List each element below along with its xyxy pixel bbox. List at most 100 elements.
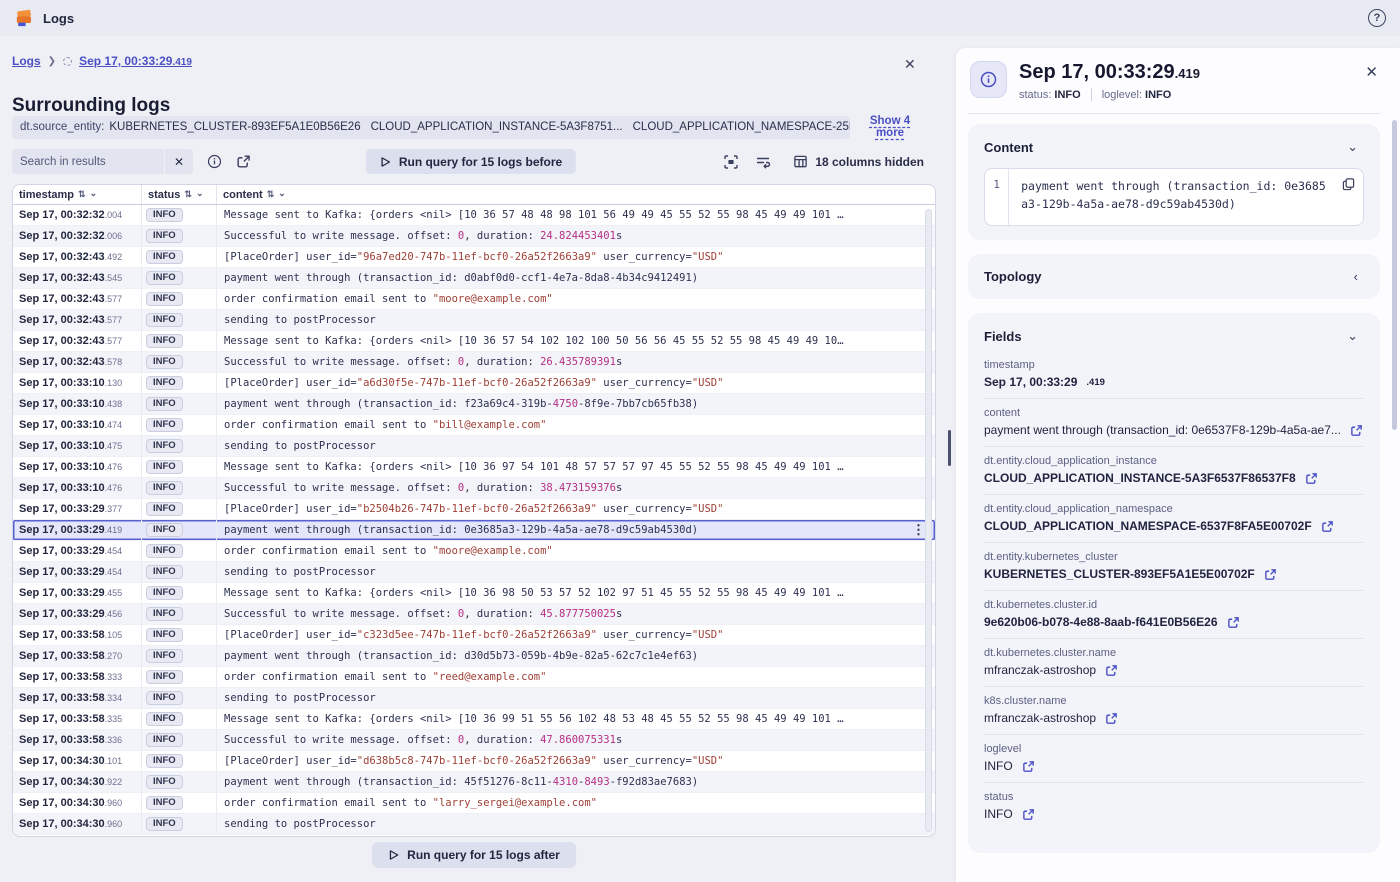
content-cell: [PlaceOrder] user_id="96a7ed20-747b-11ef… xyxy=(216,247,935,267)
open-with-icon[interactable] xyxy=(236,154,251,169)
search-input[interactable]: Search in results xyxy=(12,149,164,174)
column-header-content[interactable]: content⇅⌄ xyxy=(216,185,935,204)
table-row[interactable]: Sep 17, 00:33:29.454INFOsending to postP… xyxy=(13,562,935,583)
chevron-down-icon: ⌄ xyxy=(278,188,286,199)
open-field-icon[interactable] xyxy=(1264,568,1277,581)
columns-hidden-button[interactable]: 18 columns hidden xyxy=(787,153,930,170)
row-actions-kebab-icon[interactable]: ⋮ xyxy=(912,520,925,540)
info-icon[interactable] xyxy=(207,154,222,169)
table-row[interactable]: Sep 17, 00:34:30.922INFOpayment went thr… xyxy=(13,772,935,793)
field-value: CLOUD_APPLICATION_INSTANCE-5A3F6537F8653… xyxy=(984,471,1296,485)
table-row[interactable]: Sep 17, 00:33:29.455INFOMessage sent to … xyxy=(13,583,935,604)
status-badge: INFO xyxy=(146,502,183,517)
breadcrumb-current-link[interactable]: Sep 17, 00:33:29.419 xyxy=(79,54,192,68)
run-query-before-button[interactable]: Run query for 15 logs before xyxy=(366,149,576,174)
field-item-k8s-cluster-name: k8s.cluster.namemfranczak-astroshop xyxy=(984,687,1364,735)
chevron-down-icon[interactable]: ⌄ xyxy=(1341,138,1364,156)
table-row[interactable]: Sep 17, 00:33:10.476INFOSuccessful to wr… xyxy=(13,478,935,499)
status-cell: INFO xyxy=(141,373,216,393)
table-row[interactable]: Sep 17, 00:33:10.476INFOMessage sent to … xyxy=(13,457,935,478)
copy-icon[interactable] xyxy=(1342,177,1355,194)
table-row-selected[interactable]: Sep 17, 00:33:29.419INFOpayment went thr… xyxy=(13,520,935,541)
field-item-dt-entity-cloud-application-namespace: dt.entity.cloud_application_namespaceCLO… xyxy=(984,495,1364,543)
table-row[interactable]: Sep 17, 00:33:29.456INFOSuccessful to wr… xyxy=(13,604,935,625)
open-field-icon[interactable] xyxy=(1105,664,1118,677)
table-row[interactable]: Sep 17, 00:32:32.006INFOSuccessful to wr… xyxy=(13,226,935,247)
topology-section: Topology ‹ xyxy=(968,254,1380,299)
open-field-icon[interactable] xyxy=(1350,424,1363,437)
status-cell: INFO xyxy=(141,688,216,708)
field-label: dt.kubernetes.cluster.name xyxy=(984,647,1364,659)
table-row[interactable]: Sep 17, 00:32:32.004INFOMessage sent to … xyxy=(13,205,935,226)
panel-resizer-handle[interactable] xyxy=(948,430,951,466)
status-badge: INFO xyxy=(146,670,183,685)
status-cell: INFO xyxy=(141,730,216,750)
focus-view-icon[interactable] xyxy=(723,154,739,170)
chevron-down-icon[interactable]: ⌄ xyxy=(1341,327,1364,345)
table-row[interactable]: Sep 17, 00:32:43.578INFOSuccessful to wr… xyxy=(13,352,935,373)
status-badge: INFO xyxy=(146,229,183,244)
show-more-filters-button[interactable]: Show 4 more xyxy=(850,114,930,140)
table-row[interactable]: Sep 17, 00:33:58.336INFOSuccessful to wr… xyxy=(13,730,935,751)
content-cell: sending to postProcessor xyxy=(216,688,935,708)
table-row[interactable]: Sep 17, 00:33:58.333INFOorder confirmati… xyxy=(13,667,935,688)
timestamp-cell: Sep 17, 00:33:10.476 xyxy=(13,478,141,498)
table-row[interactable]: Sep 17, 00:32:43.492INFO[PlaceOrder] use… xyxy=(13,247,935,268)
status-cell: INFO xyxy=(141,247,216,267)
table-row[interactable]: Sep 17, 00:33:10.438INFOpayment went thr… xyxy=(13,394,935,415)
timestamp-cell: Sep 17, 00:33:58.105 xyxy=(13,625,141,645)
status-badge: INFO xyxy=(146,250,183,265)
column-header-timestamp[interactable]: timestamp⇅⌄ xyxy=(13,185,141,204)
status-cell: INFO xyxy=(141,331,216,351)
open-field-icon[interactable] xyxy=(1022,808,1035,821)
status-badge: INFO xyxy=(146,754,183,769)
table-row[interactable]: Sep 17, 00:33:29.377INFO[PlaceOrder] use… xyxy=(13,499,935,520)
timestamp-cell: Sep 17, 00:33:58.270 xyxy=(13,646,141,666)
close-icon[interactable]: ✕ xyxy=(898,54,918,74)
table-row[interactable]: Sep 17, 00:33:58.334INFOsending to postP… xyxy=(13,688,935,709)
wrap-lines-icon[interactable] xyxy=(755,154,771,170)
clear-search-icon[interactable]: ✕ xyxy=(164,149,193,174)
content-cell: [PlaceOrder] user_id="d638b5c8-747b-11ef… xyxy=(216,751,935,771)
table-row[interactable]: Sep 17, 00:33:10.475INFOsending to postP… xyxy=(13,436,935,457)
sort-icon: ⇅ xyxy=(78,189,86,200)
status-badge: INFO xyxy=(146,775,183,790)
timestamp-cell: Sep 17, 00:33:58.334 xyxy=(13,688,141,708)
table-row[interactable]: Sep 17, 00:34:30.960INFOorder confirmati… xyxy=(13,793,935,814)
help-icon[interactable]: ? xyxy=(1368,9,1386,27)
details-scrollbar[interactable] xyxy=(1392,120,1397,430)
run-query-after-button[interactable]: Run query for 15 logs after xyxy=(372,842,576,868)
column-header-status[interactable]: status⇅⌄ xyxy=(141,185,216,204)
open-field-icon[interactable] xyxy=(1227,616,1240,629)
close-icon[interactable]: ✕ xyxy=(1361,61,1382,83)
table-scrollbar[interactable] xyxy=(925,209,932,832)
table-row[interactable]: Sep 17, 00:32:43.545INFOpayment went thr… xyxy=(13,268,935,289)
open-field-icon[interactable] xyxy=(1305,472,1318,485)
source-entity-filter-chip[interactable]: dt.source_entity: KUBERNETES_CLUSTER-893… xyxy=(12,116,850,139)
open-field-icon[interactable] xyxy=(1105,712,1118,725)
open-field-icon[interactable] xyxy=(1321,520,1334,533)
status-cell: INFO xyxy=(141,226,216,246)
status-badge: INFO xyxy=(146,817,183,832)
table-row[interactable]: Sep 17, 00:33:58.335INFOMessage sent to … xyxy=(13,709,935,730)
table-row[interactable]: Sep 17, 00:33:10.130INFO[PlaceOrder] use… xyxy=(13,373,935,394)
status-cell: INFO xyxy=(141,394,216,414)
content-cell: payment went through (transaction_id: 45… xyxy=(216,772,935,792)
open-field-icon[interactable] xyxy=(1022,760,1035,773)
table-row[interactable]: Sep 17, 00:33:58.105INFO[PlaceOrder] use… xyxy=(13,625,935,646)
field-value: payment went through (transaction_id: 0e… xyxy=(984,423,1341,437)
table-row[interactable]: Sep 17, 00:32:43.577INFOMessage sent to … xyxy=(13,331,935,352)
filter-key: dt.source_entity: xyxy=(20,121,104,133)
status-cell: INFO xyxy=(141,814,216,834)
table-row[interactable]: Sep 17, 00:34:30.960INFOsending to postP… xyxy=(13,814,935,835)
table-row[interactable]: Sep 17, 00:32:43.577INFOsending to postP… xyxy=(13,310,935,331)
status-badge: INFO xyxy=(146,313,183,328)
table-row[interactable]: Sep 17, 00:32:43.577INFOorder confirmati… xyxy=(13,289,935,310)
table-row[interactable]: Sep 17, 00:33:29.454INFOorder confirmati… xyxy=(13,541,935,562)
chevron-left-icon[interactable]: ‹ xyxy=(1348,268,1364,285)
table-row[interactable]: Sep 17, 00:33:58.270INFOpayment went thr… xyxy=(13,646,935,667)
breadcrumb-logs-link[interactable]: Logs xyxy=(12,54,41,68)
chevron-down-icon: ⌄ xyxy=(90,188,98,199)
table-row[interactable]: Sep 17, 00:34:30.101INFO[PlaceOrder] use… xyxy=(13,751,935,772)
table-row[interactable]: Sep 17, 00:33:10.474INFOorder confirmati… xyxy=(13,415,935,436)
